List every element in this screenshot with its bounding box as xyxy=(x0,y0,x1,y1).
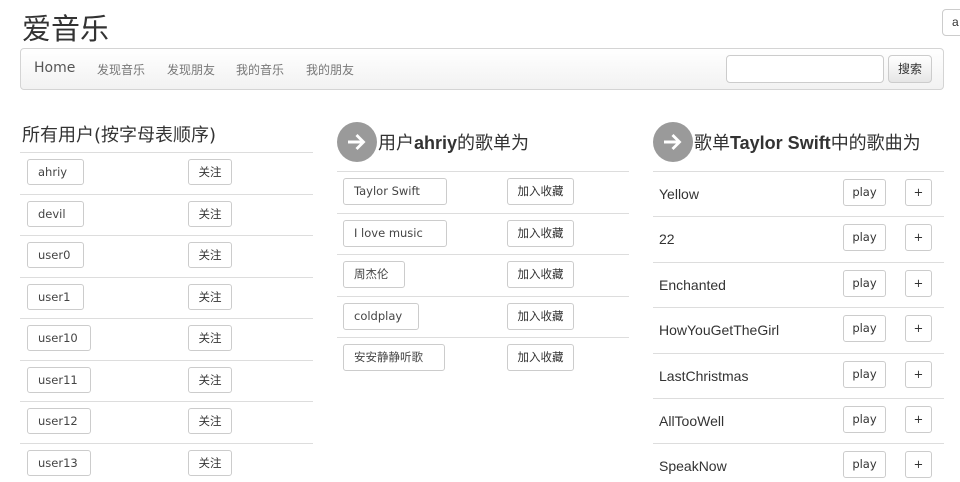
search-input[interactable] xyxy=(726,55,884,83)
arrow-right-circle-icon xyxy=(653,122,693,162)
add-favorite-button[interactable]: 加入收藏 xyxy=(507,302,574,330)
nav-my-friends[interactable]: 我的朋友 xyxy=(306,61,354,78)
nav-home[interactable]: Home xyxy=(34,60,75,76)
songs-panel-playlist: Taylor Swift xyxy=(730,133,831,153)
playlist-name[interactable]: coldplay xyxy=(343,302,420,330)
songs-panel-title: 歌单Taylor Swift中的歌曲为 xyxy=(694,133,921,154)
playlists-panel-username: ahriy xyxy=(414,133,458,153)
users-panel-title: 所有用户(按字母表顺序) xyxy=(22,125,217,146)
add-song-button[interactable]: + xyxy=(905,451,932,479)
song-title: LastChristmas xyxy=(659,367,749,384)
nav-my-music[interactable]: 我的音乐 xyxy=(236,61,284,78)
user-name[interactable]: devil xyxy=(27,200,84,227)
user-name[interactable]: user10 xyxy=(27,325,91,351)
play-button[interactable]: play xyxy=(843,179,886,206)
play-button[interactable]: play xyxy=(843,451,886,479)
table-row xyxy=(653,216,944,261)
playlist-name[interactable]: Taylor Swift xyxy=(343,178,447,205)
follow-button[interactable]: 关注 xyxy=(188,408,232,434)
song-title: HowYouGetTheGirl xyxy=(659,322,780,339)
add-favorite-button[interactable]: 加入收藏 xyxy=(507,219,574,247)
follow-button[interactable]: 关注 xyxy=(188,242,232,268)
corner-button[interactable]: a xyxy=(942,9,960,36)
user-name[interactable]: user12 xyxy=(27,408,91,434)
add-favorite-button[interactable]: 加入收藏 xyxy=(507,261,574,288)
add-favorite-button[interactable]: 加入收藏 xyxy=(507,178,574,205)
navbar: Home 发现音乐 发现朋友 我的音乐 我的朋友 搜索 xyxy=(20,48,944,90)
add-song-button[interactable]: + xyxy=(905,224,932,252)
search-button[interactable]: 搜索 xyxy=(888,55,932,83)
user-name[interactable]: user0 xyxy=(27,242,84,268)
nav-discover-music[interactable]: 发现音乐 xyxy=(97,61,145,78)
arrow-right-circle-icon xyxy=(337,122,377,162)
add-song-button[interactable]: + xyxy=(905,179,932,206)
play-button[interactable]: play xyxy=(843,269,886,297)
user-name[interactable]: user11 xyxy=(27,366,91,393)
app-title: 爱音乐 xyxy=(22,12,110,46)
song-title: Yellow xyxy=(659,186,699,202)
user-name[interactable]: user1 xyxy=(27,283,84,310)
add-song-button[interactable]: + xyxy=(905,360,932,388)
nav-discover-friends[interactable]: 发现朋友 xyxy=(167,61,215,78)
play-button[interactable]: play xyxy=(843,360,886,388)
song-title: Enchanted xyxy=(659,276,726,293)
playlist-name[interactable]: I love music xyxy=(343,219,447,247)
play-button[interactable]: play xyxy=(843,224,886,252)
play-button[interactable]: play xyxy=(843,406,886,433)
add-song-button[interactable]: + xyxy=(905,269,932,297)
playlist-name[interactable]: 周杰伦 xyxy=(343,261,405,288)
follow-button[interactable]: 关注 xyxy=(188,449,232,476)
user-name[interactable]: ahriy xyxy=(27,159,84,185)
add-favorite-button[interactable]: 加入收藏 xyxy=(507,344,574,371)
user-name[interactable]: user13 xyxy=(27,449,91,476)
song-title: AllTooWell xyxy=(659,413,725,429)
follow-button[interactable]: 关注 xyxy=(188,159,232,185)
follow-button[interactable]: 关注 xyxy=(188,283,232,310)
play-button[interactable]: play xyxy=(843,315,886,343)
song-title: SpeakNow xyxy=(659,458,727,475)
follow-button[interactable]: 关注 xyxy=(188,366,232,393)
add-song-button[interactable]: + xyxy=(905,406,932,433)
playlists-panel-title: 用户ahriy的歌单为 xyxy=(378,133,530,154)
song-title: 22 xyxy=(659,231,675,248)
add-song-button[interactable]: + xyxy=(905,315,932,343)
follow-button[interactable]: 关注 xyxy=(188,325,232,351)
playlist-name[interactable]: 安安静静听歌 xyxy=(343,344,445,371)
follow-button[interactable]: 关注 xyxy=(188,200,232,227)
